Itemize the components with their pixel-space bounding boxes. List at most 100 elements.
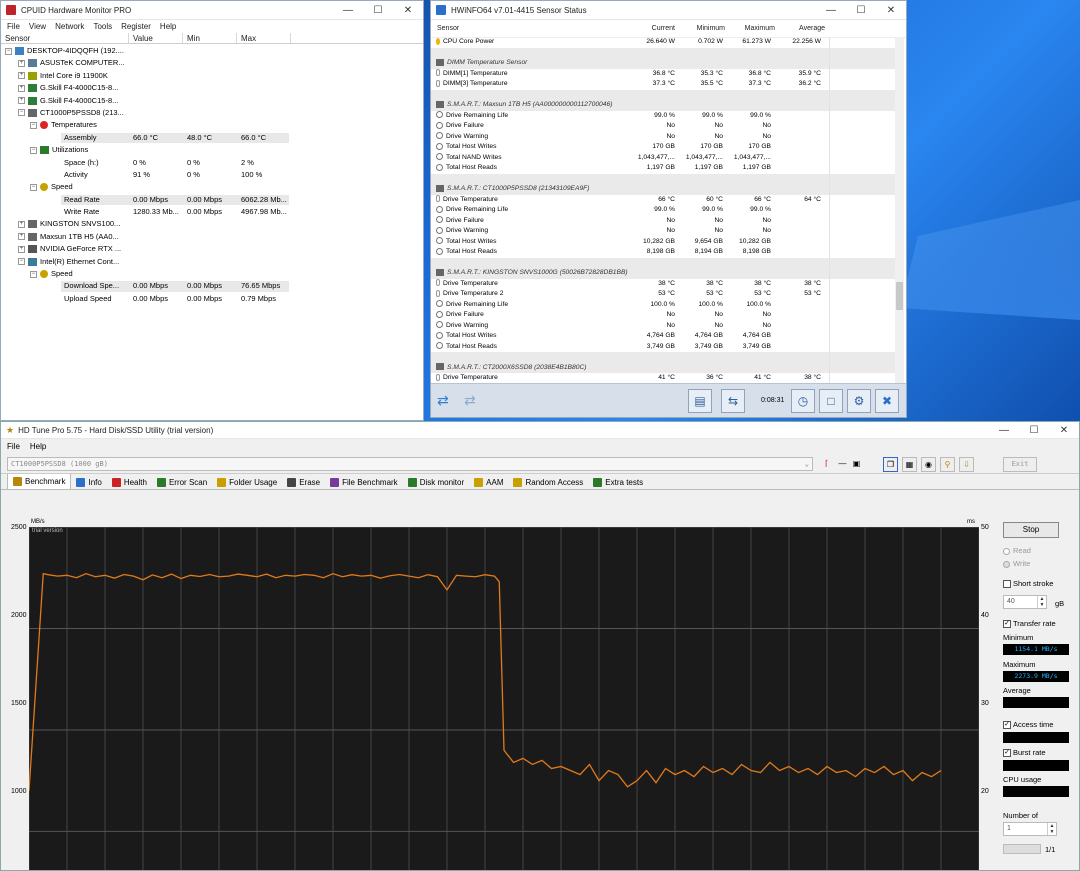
col-value[interactable]: Value (129, 33, 183, 43)
tab-folder-usage[interactable]: Folder Usage (212, 475, 282, 489)
tree-row[interactable]: Assembly 66.0 °C 48.0 °C 66.0 °C (1, 132, 423, 144)
sensor-row[interactable]: Drive Temperature 41 °C 36 °C 41 °C 38 °C (431, 373, 897, 383)
tree-row[interactable]: Read Rate 0.00 Mbps 0.00 Mbps 6062.28 Mb... (1, 194, 423, 206)
tree-row[interactable]: Space (h:) 0 % 0 % 2 % (1, 157, 423, 169)
tab-health[interactable]: Health (107, 475, 152, 489)
settings-icon[interactable]: ⚙ (847, 389, 871, 413)
scrollbar-thumb[interactable] (896, 282, 903, 310)
expand-icon[interactable]: + (18, 245, 25, 253)
tree-row[interactable]: − Temperatures (1, 119, 423, 131)
col-current[interactable]: Current (649, 25, 675, 32)
short-stroke-checkbox[interactable]: Short stroke (1003, 579, 1053, 589)
col-max[interactable]: Max (237, 33, 291, 43)
minimize-button[interactable]: — (816, 1, 846, 20)
sensor-row[interactable]: Drive Warning No No No (431, 132, 897, 143)
clock-icon[interactable]: ◷ (791, 389, 815, 413)
collapse-icon[interactable]: − (5, 47, 12, 55)
tree-row[interactable]: + ASUSTeK COMPUTER... (1, 57, 423, 69)
expand-icon[interactable]: + (18, 220, 25, 228)
sensor-row[interactable]: Drive Remaining Life 99.0 % 99.0 % 99.0 % (431, 205, 897, 216)
sensor-row[interactable]: DIMM[3] Temperature 37.3 °C 35.5 °C 37.3 °C… (431, 79, 897, 90)
menu-tools[interactable]: Tools (93, 22, 112, 31)
burst-rate-checkbox[interactable]: ✓ Burst rate (1003, 748, 1046, 758)
sensor-row[interactable]: Total NAND Writes 1,043,477,... 1,043,477,… (431, 153, 897, 164)
camera-icon[interactable]: ◉ (921, 457, 936, 472)
sensor-group-header[interactable]: S.M.A.R.T.: KINGSTON SNVS1000G (50026B72… (431, 268, 897, 279)
tab-info[interactable]: Info (71, 475, 106, 489)
monitor-icon[interactable]: ▤ (688, 389, 712, 413)
tree-row[interactable]: Write Rate 1280.33 Mb... 0.00 Mbps 4967.98 … (1, 206, 423, 218)
tree-row[interactable]: − Intel(R) Ethernet Cont... (1, 256, 423, 268)
collapse-icon[interactable]: − (30, 121, 37, 129)
tab-error-scan[interactable]: Error Scan (152, 475, 212, 489)
sensor-group-header[interactable]: S.M.A.R.T.: CT2000X6SSD8 (2038E4B1B80C) (431, 362, 897, 373)
sensor-row[interactable]: Drive Failure No No No (431, 310, 897, 321)
menu-file[interactable]: File (7, 22, 20, 31)
tree-row[interactable]: Upload Speed 0.00 Mbps 0.00 Mbps 0.79 Mbps (1, 293, 423, 305)
expand-icon[interactable]: + (18, 84, 25, 92)
close-icon[interactable]: ✖ (875, 389, 899, 413)
arrows-left-right-icon[interactable]: ⇄ (464, 392, 476, 409)
expand-icon[interactable]: + (18, 59, 25, 67)
write-radio[interactable]: Write (1003, 559, 1030, 568)
sensor-group-header[interactable]: DIMM Temperature Sensor (431, 58, 897, 69)
col-sensor[interactable]: Sensor (1, 33, 129, 43)
tree-row[interactable]: + KINGSTON SNVS100... (1, 218, 423, 230)
spinner-arrows-icon[interactable]: ▲ ▼ (1047, 823, 1056, 835)
sensor-row[interactable]: Drive Warning No No No (431, 321, 897, 332)
tab-random-access[interactable]: Random Access (508, 475, 588, 489)
collapse-icon[interactable]: − (30, 146, 37, 154)
col-average[interactable]: Average (793, 25, 825, 32)
collapse-icon[interactable]: − (30, 270, 37, 278)
drive-select[interactable]: CT1000P5PSSD8 (1000 gB) ⌄ (7, 457, 813, 471)
tree-row[interactable]: − Utilizations (1, 144, 423, 156)
number-of-input[interactable]: 1 ▲ ▼ (1003, 822, 1057, 836)
tree-row[interactable]: Activity 91 % 0 % 100 % (1, 169, 423, 181)
minimize-button[interactable]: — (989, 422, 1019, 440)
col-min[interactable]: Min (183, 33, 237, 43)
sensor-row[interactable]: Drive Remaining Life 99.0 % 99.0 % 99.0 % (431, 111, 897, 122)
spinner-arrows-icon[interactable]: ▲ ▼ (1037, 596, 1046, 608)
tree-row[interactable]: + Intel Core i9 11900K (1, 70, 423, 82)
sensor-row[interactable]: Total Host Reads 8,198 GB 8,194 GB 8,198 GB (431, 247, 897, 258)
col-sensor[interactable]: Sensor (437, 25, 459, 32)
sensor-row[interactable]: Drive Temperature 66 °C 60 °C 66 °C 64 °C (431, 195, 897, 206)
collapse-icon[interactable]: − (18, 109, 25, 117)
network-icon[interactable]: ⇆ (721, 389, 745, 413)
menu-network[interactable]: Network (55, 22, 84, 31)
sensor-row[interactable]: Drive Remaining Life 100.0 % 100.0 % 100.0 … (431, 300, 897, 311)
sensor-row[interactable]: Drive Temperature 38 °C 38 °C 38 °C 38 °C (431, 279, 897, 290)
collapse-icon[interactable]: − (18, 258, 25, 266)
short-stroke-input[interactable]: 40 ▲ ▼ (1003, 595, 1047, 609)
expand-icon[interactable]: + (18, 233, 25, 241)
expand-icon[interactable]: + (18, 72, 25, 80)
col-maximum[interactable]: Maximum (743, 25, 775, 32)
collapse-icon[interactable]: − (30, 183, 37, 191)
tree-row[interactable]: − Speed (1, 181, 423, 193)
tab-aam[interactable]: AAM (469, 475, 508, 489)
arrows-left-right-icon[interactable]: ⇄ (437, 392, 449, 409)
tab-extra-tests[interactable]: Extra tests (588, 475, 648, 489)
tree-row[interactable]: − Speed (1, 268, 423, 280)
menu-help[interactable]: Help (30, 442, 46, 451)
hwinfo-scrollbar[interactable] (895, 37, 904, 383)
sensor-row[interactable]: Total Host Writes 170 GB 170 GB 170 GB (431, 142, 897, 153)
menu-view[interactable]: View (29, 22, 46, 31)
sensor-group-header[interactable]: S.M.A.R.T.: Maxsun 1TB H5 (AA00000000011… (431, 100, 897, 111)
tree-row[interactable]: − CT1000P5PSSD8 (213... (1, 107, 423, 119)
col-minimum[interactable]: Minimum (695, 25, 725, 32)
close-button[interactable]: ✕ (393, 1, 423, 20)
save-icon[interactable]: ▦ (902, 457, 917, 472)
close-button[interactable]: ✕ (876, 1, 906, 20)
read-radio[interactable]: Read (1003, 546, 1031, 555)
tree-row[interactable]: Download Spe... 0.00 Mbps 0.00 Mbps 76.65 M… (1, 280, 423, 292)
sensor-group-header[interactable]: S.M.A.R.T.: CT1000P5PSSD8 (21343109EA9F) (431, 184, 897, 195)
menu-help[interactable]: Help (160, 22, 176, 31)
maximize-button[interactable]: ☐ (1019, 422, 1049, 440)
add-report-icon[interactable]: □ (819, 389, 843, 413)
sensor-row[interactable]: Total Host Reads 1,197 GB 1,197 GB 1,197 GB (431, 163, 897, 174)
sensor-row[interactable]: CPU Core Power 26.640 W 0.702 W 61.273 W 22.… (431, 37, 897, 48)
stop-button[interactable]: Stop (1003, 522, 1059, 538)
sensor-row[interactable]: Drive Failure No No No (431, 121, 897, 132)
access-time-checkbox[interactable]: ✓ Access time (1003, 720, 1053, 730)
